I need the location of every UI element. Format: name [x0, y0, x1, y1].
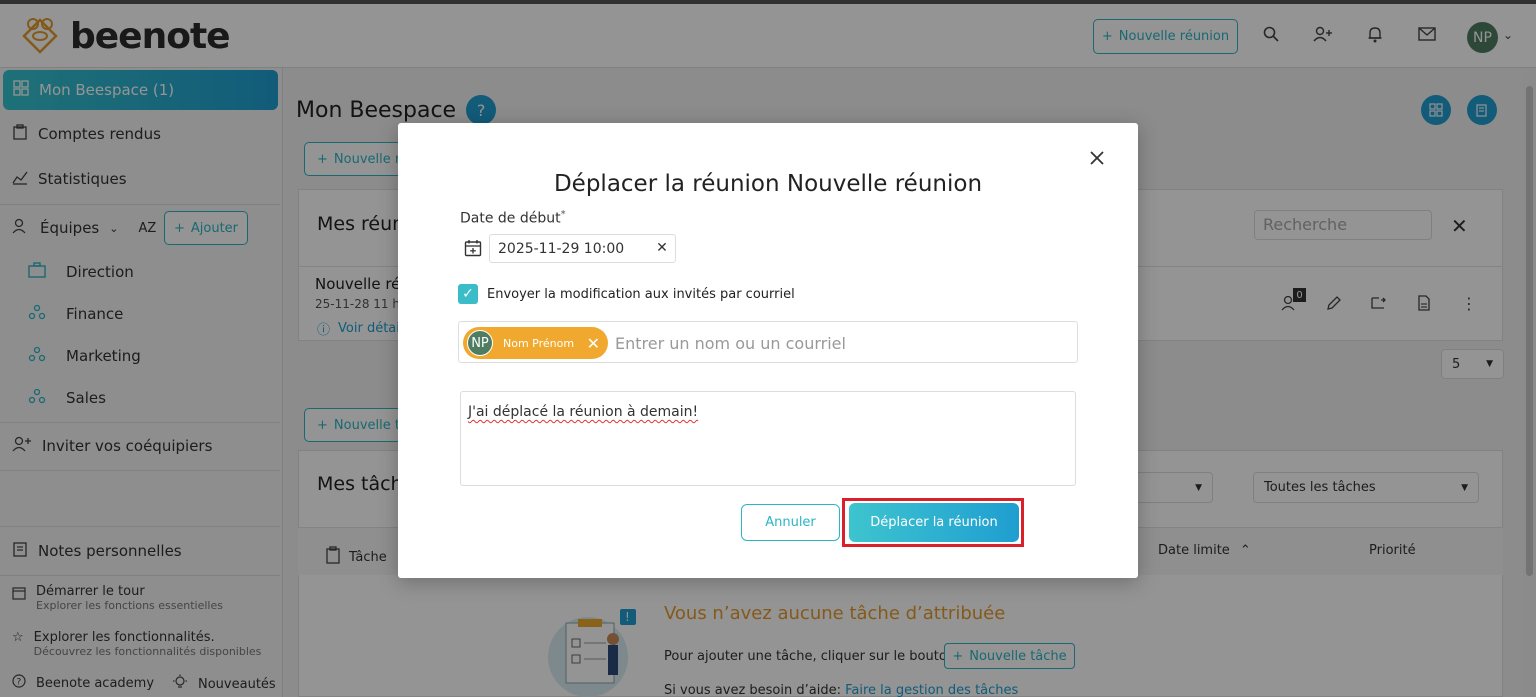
invitees-field: NP Nom Prénom ✕ — [458, 321, 1078, 363]
notify-invitees-label: Envoyer la modification aux invités par … — [487, 287, 795, 302]
calendar-add-icon[interactable] — [462, 237, 484, 259]
invitee-chip: NP Nom Prénom ✕ — [463, 327, 608, 359]
start-date-label: Date de début* — [460, 209, 566, 227]
clear-date-icon[interactable]: ✕ — [653, 239, 671, 257]
message-text: J'ai déplacé la réunion à demain! — [468, 404, 699, 420]
invitee-avatar: NP — [467, 330, 493, 356]
cancel-button[interactable]: Annuler — [741, 504, 840, 541]
required-mark: * — [560, 209, 566, 220]
invitee-search-input[interactable] — [615, 330, 1055, 356]
dialog-title: Déplacer la réunion Nouvelle réunion — [553, 171, 983, 197]
invitee-name: Nom Prénom — [503, 336, 575, 350]
start-date-input[interactable] — [489, 234, 676, 263]
move-meeting-button[interactable]: Déplacer la réunion — [849, 503, 1019, 542]
notify-invitees-checkbox[interactable]: ✓ — [458, 284, 478, 304]
close-icon[interactable] — [1086, 147, 1108, 169]
start-date-label-text: Date de début — [460, 210, 561, 227]
remove-invitee-icon[interactable]: ✕ — [587, 334, 600, 353]
move-meeting-dialog: Déplacer la réunion Nouvelle réunion Dat… — [398, 123, 1138, 578]
